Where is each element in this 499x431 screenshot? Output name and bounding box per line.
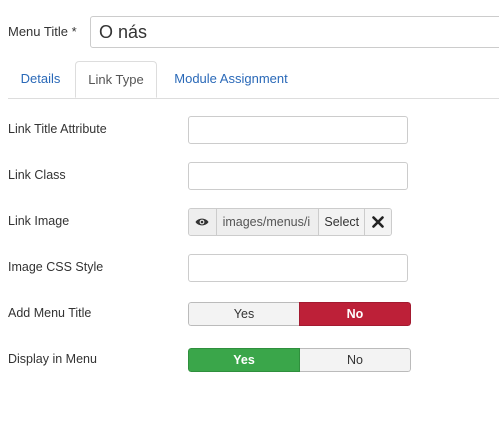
add-menu-title-label: Add Menu Title <box>8 306 92 320</box>
link-image-row: Link Image images/menus/i Select <box>0 208 499 236</box>
tab-details[interactable]: Details <box>8 61 73 97</box>
menu-title-label: Menu Title * <box>8 24 77 39</box>
link-class-input[interactable] <box>188 162 408 190</box>
link-class-row: Link Class <box>0 162 499 190</box>
add-menu-title-toggle: Yes No <box>188 302 411 326</box>
display-in-menu-yes-button[interactable]: Yes <box>188 348 300 372</box>
link-title-attribute-row: Link Title Attribute <box>0 116 499 144</box>
image-css-style-row: Image CSS Style <box>0 254 499 282</box>
tab-link-type[interactable]: Link Type <box>75 61 157 98</box>
link-image-select-button[interactable]: Select <box>319 209 366 235</box>
link-class-label: Link Class <box>8 168 66 182</box>
add-menu-title-no-button[interactable]: No <box>299 302 411 326</box>
add-menu-title-row: Add Menu Title Yes No <box>0 302 499 330</box>
menu-title-row: Menu Title * <box>0 14 499 50</box>
display-in-menu-row: Display in Menu Yes No <box>0 348 499 376</box>
close-icon[interactable] <box>365 209 391 235</box>
link-image-label: Link Image <box>8 214 70 228</box>
tab-module-assignment[interactable]: Module Assignment <box>160 61 302 97</box>
link-image-path: images/menus/i <box>216 209 320 235</box>
display-in-menu-label: Display in Menu <box>8 352 97 366</box>
display-in-menu-no-button[interactable]: No <box>300 348 411 372</box>
eye-icon[interactable] <box>189 209 217 235</box>
image-css-style-input[interactable] <box>188 254 408 282</box>
tab-bar: Details Link Type Module Assignment <box>8 61 499 99</box>
display-in-menu-toggle: Yes No <box>188 348 411 372</box>
link-title-attribute-label: Link Title Attribute <box>8 122 107 136</box>
image-css-style-label: Image CSS Style <box>8 260 104 274</box>
link-image-media-field: images/menus/i Select <box>188 208 392 236</box>
link-title-attribute-input[interactable] <box>188 116 408 144</box>
menu-title-input[interactable] <box>90 16 499 48</box>
add-menu-title-yes-button[interactable]: Yes <box>188 302 299 326</box>
